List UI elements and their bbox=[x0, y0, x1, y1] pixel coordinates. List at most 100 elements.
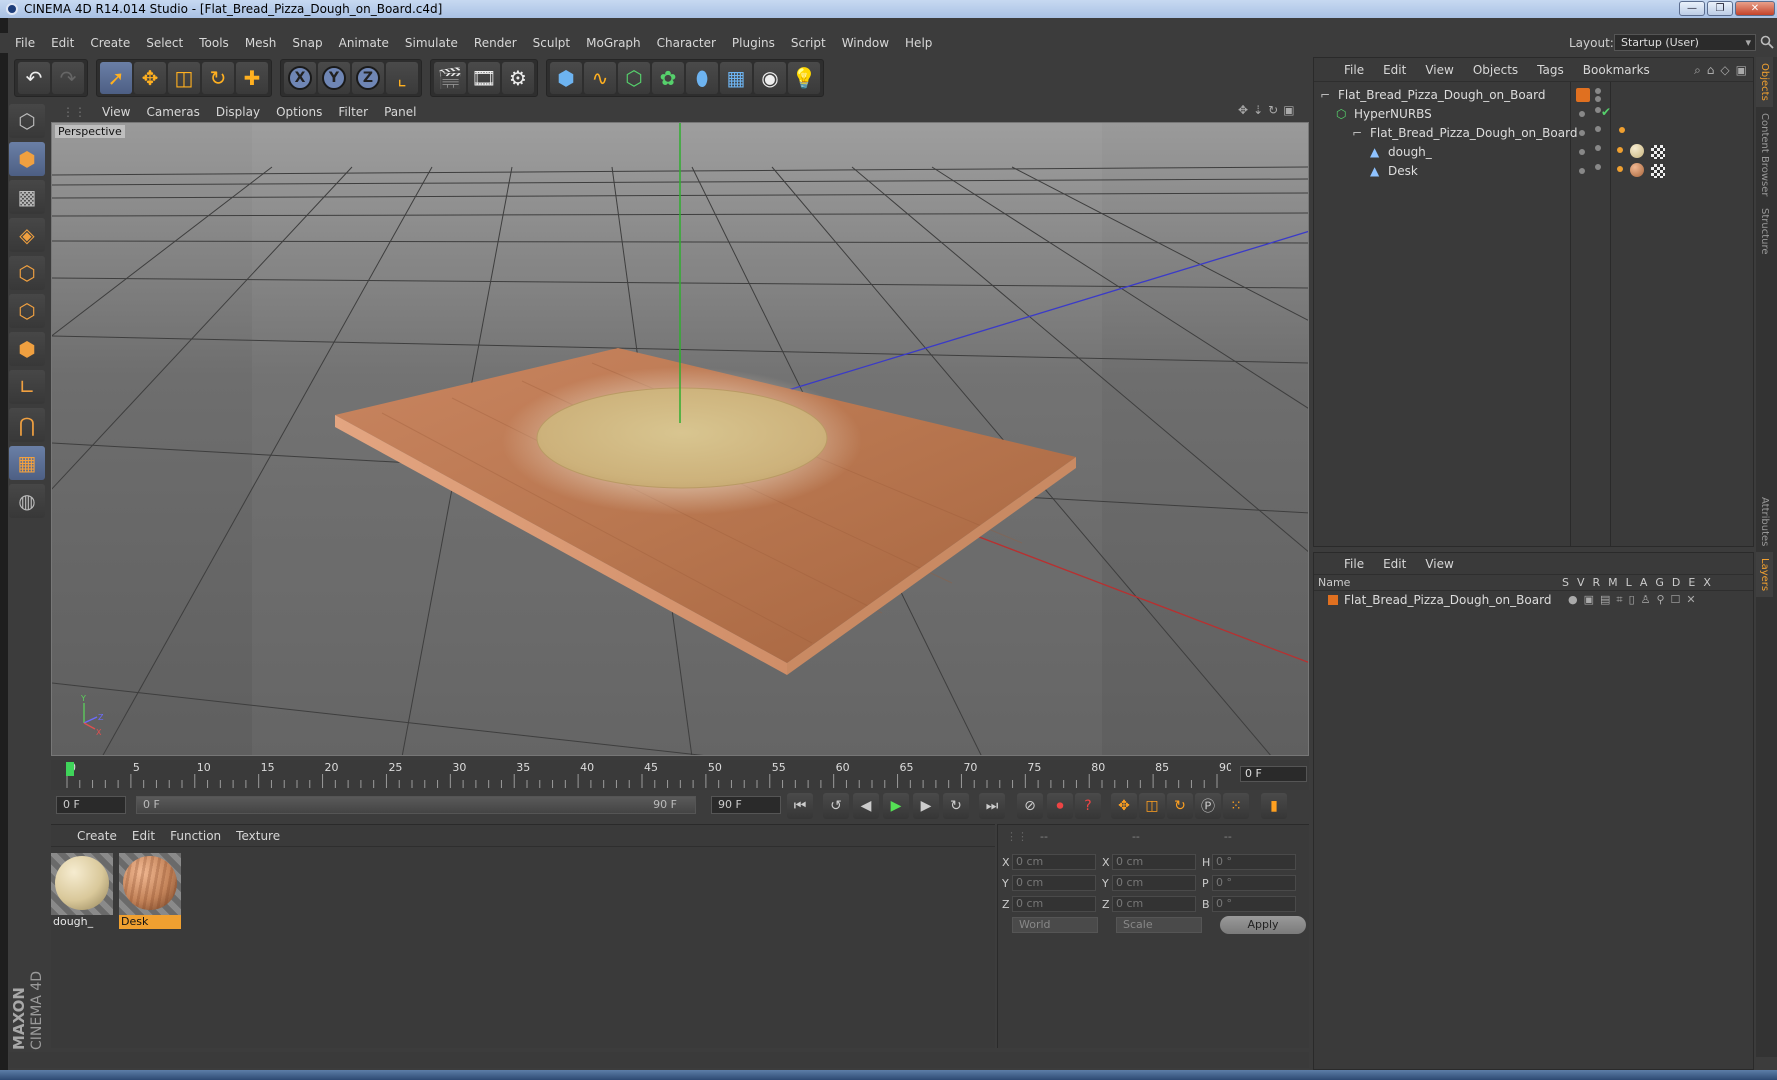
menu-render[interactable]: Render bbox=[467, 36, 526, 50]
lm-menu-view[interactable]: View bbox=[1425, 557, 1453, 571]
floor-icon[interactable]: ▦ bbox=[720, 62, 752, 94]
pan-icon[interactable]: ✥ bbox=[1238, 103, 1248, 117]
minimize-button[interactable]: — bbox=[1679, 1, 1705, 16]
menu-tools[interactable]: Tools bbox=[192, 36, 238, 50]
layout-select[interactable]: Startup (User) bbox=[1614, 34, 1756, 51]
layer-dot[interactable] bbox=[1579, 130, 1585, 136]
maximize-button[interactable]: ❐ bbox=[1707, 1, 1733, 16]
visibility-dot[interactable] bbox=[1595, 145, 1601, 151]
menu-script[interactable]: Script bbox=[784, 36, 835, 50]
om-menu-bookmarks[interactable]: Bookmarks bbox=[1583, 63, 1650, 77]
autokey-icon[interactable]: ⏺ bbox=[1047, 793, 1073, 819]
rot-p-field[interactable]: 0 ° bbox=[1212, 875, 1296, 891]
layer-color-swatch[interactable] bbox=[1576, 88, 1590, 102]
next-frame-icon[interactable]: ▶ bbox=[913, 793, 939, 819]
end-frame-field[interactable]: 90 F bbox=[711, 796, 781, 814]
object-row[interactable]: ⌐ Flat_Bread_Pizza_Dough_on_Board bbox=[1314, 123, 1742, 143]
z-axis-button[interactable]: Z bbox=[352, 62, 384, 94]
om-menu-tags[interactable]: Tags bbox=[1537, 63, 1564, 77]
current-frame-field[interactable]: 0 F bbox=[1240, 766, 1307, 782]
next-key-icon[interactable]: ↻ bbox=[943, 793, 969, 819]
menu-mesh[interactable]: Mesh bbox=[238, 36, 286, 50]
phong-tag-icon[interactable] bbox=[1617, 147, 1623, 153]
spline-icon[interactable]: ∿ bbox=[584, 62, 616, 94]
timeline-window-icon[interactable]: ▮ bbox=[1261, 793, 1287, 819]
tag-dot[interactable] bbox=[1619, 127, 1625, 133]
points-mode-icon[interactable]: ⬡ bbox=[9, 256, 45, 290]
close-button[interactable]: ✕ bbox=[1735, 1, 1775, 16]
render-view-icon[interactable]: 🎬 bbox=[434, 62, 466, 94]
viewport-menu-filter[interactable]: Filter bbox=[338, 105, 368, 119]
rotate-icon[interactable]: ↻ bbox=[202, 62, 234, 94]
deformer-icon[interactable]: ⬮ bbox=[686, 62, 718, 94]
texture-mode-icon[interactable]: ▩ bbox=[9, 180, 45, 214]
size-y-field[interactable]: 0 cm bbox=[1112, 875, 1196, 891]
menu-file[interactable]: File bbox=[8, 36, 44, 50]
viewport-menu-view[interactable]: View bbox=[102, 105, 130, 119]
menu-animate[interactable]: Animate bbox=[332, 36, 398, 50]
workplane-icon[interactable]: ◈ bbox=[9, 218, 45, 252]
make-editable-icon[interactable]: ⬡ bbox=[9, 104, 45, 138]
frame-range-slider[interactable]: 0 F 90 F bbox=[136, 796, 696, 814]
play-icon[interactable]: ▶ bbox=[883, 793, 909, 819]
undo-icon[interactable]: ↶ bbox=[18, 62, 50, 94]
go-to-start-icon[interactable]: ⏮ bbox=[787, 793, 813, 819]
lm-menu-file[interactable]: File bbox=[1344, 557, 1364, 571]
viewport-menu-cameras[interactable]: Cameras bbox=[146, 105, 199, 119]
menu-edit[interactable]: Edit bbox=[44, 36, 83, 50]
cube-icon[interactable]: ⬢ bbox=[550, 62, 582, 94]
om-menu-edit[interactable]: Edit bbox=[1383, 63, 1406, 77]
size-mode-select[interactable]: Scale bbox=[1116, 917, 1202, 933]
rot-b-field[interactable]: 0 ° bbox=[1212, 896, 1296, 912]
menu-help[interactable]: Help bbox=[898, 36, 941, 50]
uvw-tag-icon[interactable] bbox=[1651, 164, 1665, 178]
pos-z-field[interactable]: 0 cm bbox=[1012, 896, 1096, 912]
new-window-icon[interactable]: ▣ bbox=[1736, 63, 1747, 78]
start-frame-field[interactable]: 0 F bbox=[56, 796, 126, 814]
record-keys-icon[interactable]: ⊘ bbox=[1017, 793, 1043, 819]
menu-character[interactable]: Character bbox=[650, 36, 725, 50]
material-menu-function[interactable]: Function bbox=[170, 829, 221, 843]
playhead[interactable] bbox=[66, 762, 74, 776]
phong-tag-icon[interactable] bbox=[1617, 166, 1623, 172]
tab-attributes[interactable]: Attributes bbox=[1756, 491, 1773, 552]
tab-structure[interactable]: Structure bbox=[1756, 202, 1773, 261]
material-desk[interactable]: Desk bbox=[119, 853, 181, 931]
object-row[interactable]: ▲ dough_ bbox=[1314, 142, 1742, 162]
om-menu-file[interactable]: File bbox=[1344, 63, 1364, 77]
live-selection-icon[interactable]: ➚ bbox=[100, 62, 132, 94]
zoom-icon[interactable]: ⇣ bbox=[1253, 103, 1263, 117]
menu-window[interactable]: Window bbox=[835, 36, 898, 50]
x-axis-button[interactable]: X bbox=[284, 62, 316, 94]
home-icon[interactable]: ⌂ bbox=[1707, 63, 1715, 78]
menu-snap[interactable]: Snap bbox=[285, 36, 331, 50]
object-row[interactable]: ▲ Desk bbox=[1314, 161, 1742, 181]
material-menu-edit[interactable]: Edit bbox=[132, 829, 155, 843]
om-menu-objects[interactable]: Objects bbox=[1473, 63, 1518, 77]
model-mode-icon[interactable]: ⬢ bbox=[9, 142, 45, 176]
layer-color-swatch[interactable] bbox=[1328, 595, 1338, 605]
orbit-icon[interactable]: ↻ bbox=[1268, 103, 1278, 117]
object-row[interactable]: ⬡ HyperNURBS ✔ bbox=[1314, 104, 1742, 124]
camera-icon[interactable]: ◉ bbox=[754, 62, 786, 94]
pos-y-field[interactable]: 0 cm bbox=[1012, 875, 1096, 891]
maximize-view-icon[interactable]: ▣ bbox=[1283, 103, 1294, 117]
coordinate-mode-select[interactable]: World bbox=[1012, 917, 1098, 933]
previous-key-icon[interactable]: ↺ bbox=[823, 793, 849, 819]
size-x-field[interactable]: 0 cm bbox=[1112, 854, 1196, 870]
go-to-end-icon[interactable]: ⏭ bbox=[979, 793, 1005, 819]
tab-layers[interactable]: Layers bbox=[1756, 552, 1773, 598]
enabled-check-icon[interactable]: ✔ bbox=[1601, 105, 1611, 119]
tab-content-browser[interactable]: Content Browser bbox=[1756, 107, 1773, 202]
polygons-mode-icon[interactable]: ⬢ bbox=[9, 332, 45, 366]
render-dot[interactable] bbox=[1595, 96, 1601, 102]
redo-icon[interactable]: ↷ bbox=[52, 62, 84, 94]
menu-select[interactable]: Select bbox=[139, 36, 192, 50]
workplane-lock-icon[interactable]: ▦ bbox=[9, 446, 45, 480]
menu-mograph[interactable]: MoGraph bbox=[579, 36, 650, 50]
pizza-dough[interactable] bbox=[536, 387, 828, 489]
menu-simulate[interactable]: Simulate bbox=[398, 36, 467, 50]
key-pla-icon[interactable]: ⁙ bbox=[1223, 793, 1249, 819]
key-parameter-icon[interactable]: Ⓟ bbox=[1195, 793, 1221, 819]
layer-dot[interactable] bbox=[1579, 111, 1585, 117]
